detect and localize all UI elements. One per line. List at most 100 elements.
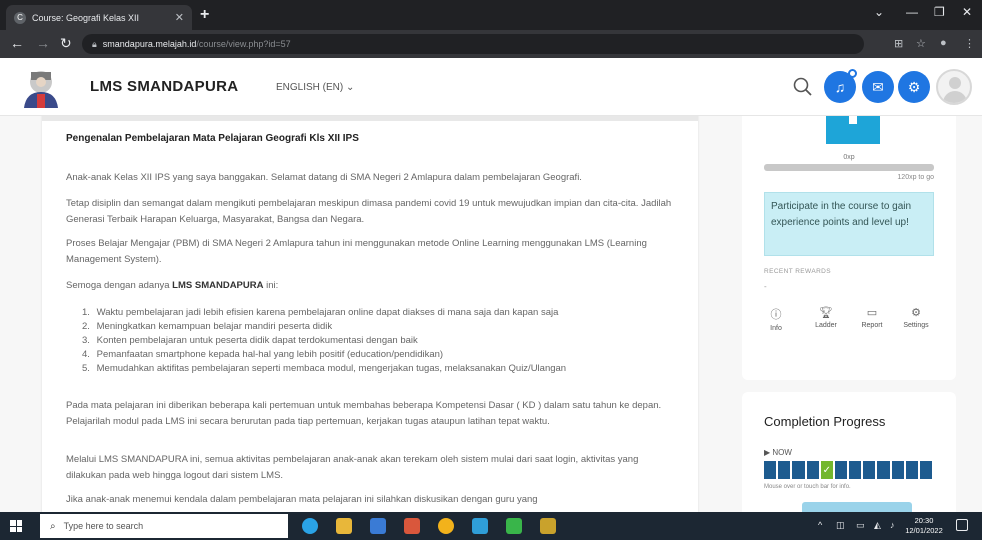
para4-bold: LMS SMANDAPURA (172, 280, 264, 291)
intro-paragraph-7: Jika anak-anak menemui kendala dalam pem… (66, 494, 538, 505)
tab-close-icon[interactable]: ✕ (175, 11, 184, 24)
completion-progress-block: Completion Progress ▶ NOW ✓ Mouse over o… (742, 392, 956, 512)
report-icon: ▭ (866, 307, 878, 319)
browser-toolbar: ← → ↻ 🔒︎ smandapura.melajah.id /course/v… (0, 30, 982, 58)
notification-badge (848, 69, 857, 78)
completion-segment[interactable] (919, 461, 933, 479)
search-icon: ⌕ (50, 520, 56, 532)
windows-taskbar: ⌕ Type here to search ^ ◫ ▭ ◭ ♪ 20:30 12… (0, 512, 982, 540)
site-name[interactable]: LMS SMANDAPURA (90, 78, 238, 95)
url-host: smandapura.melajah.id (102, 39, 197, 49)
report-link[interactable]: ▭ Report (852, 306, 892, 329)
store-icon[interactable] (370, 518, 386, 534)
close-window-button[interactable]: ✕ (962, 5, 972, 19)
intro-paragraph-6: Melalui LMS SMANDAPURA ini, semua aktivi… (66, 454, 639, 481)
reload-icon[interactable]: ↻ (60, 35, 72, 52)
list-item: 1. Waktu pembelajaran jadi lebih efisien… (82, 307, 559, 318)
info-link[interactable]: ⓘ Info (756, 306, 796, 332)
chat-icon: ✉ (872, 78, 884, 95)
info-icon: ⓘ (770, 309, 782, 321)
address-bar[interactable]: 🔒︎ smandapura.melajah.id /course/view.ph… (82, 34, 864, 54)
lock-icon[interactable]: 🔒︎ (92, 39, 97, 50)
completion-segment[interactable] (863, 461, 876, 479)
minimize-button[interactable]: — (906, 5, 918, 19)
app3-icon[interactable] (540, 518, 556, 534)
intro-paragraph-2: Tetap disiplin dan semangat dalam mengik… (66, 198, 672, 225)
list-item: 5. Memudahkan aktifitas pembelajaran sep… (82, 363, 567, 374)
windows-start-icon[interactable] (10, 520, 22, 532)
completion-segment[interactable] (778, 461, 791, 479)
system-clock[interactable]: 20:30 12/01/2022 (904, 516, 944, 536)
list-item: 4. Pemanfaatan smartphone kepada hal-hal… (82, 349, 444, 360)
xp-progress-bar (764, 164, 934, 171)
chrome-menu-icon[interactable]: ⋮ (964, 37, 975, 50)
avatar[interactable] (936, 69, 972, 105)
install-icon[interactable]: ⊞ (894, 37, 903, 50)
trophy-icon: 🏆︎ (819, 307, 833, 319)
extension-icon[interactable]: ● (940, 37, 947, 49)
completion-segment[interactable] (834, 461, 848, 479)
browser-tab-bar: C Course: Geografi Kelas XII ✕ + ⌄ — ❐ ✕ (0, 0, 982, 30)
intro-paragraph-5: Pada mata pelajaran ini diberikan bebera… (66, 400, 662, 427)
completion-segment[interactable] (806, 461, 819, 479)
overview-button[interactable] (802, 502, 912, 512)
completion-bar[interactable]: ✓ (764, 461, 934, 479)
taskbar-search[interactable]: ⌕ Type here to search (40, 514, 288, 538)
file-explorer-icon[interactable] (336, 518, 352, 534)
benefits-list: 1. Waktu pembelajaran jadi lebih efisien… (82, 306, 682, 376)
school-logo-icon[interactable] (18, 64, 64, 110)
completion-segment[interactable] (792, 461, 805, 479)
browser-tab[interactable]: C Course: Geografi Kelas XII ✕ (6, 5, 192, 30)
tab-search-icon[interactable]: ⌄ (874, 5, 884, 19)
completion-segment[interactable] (849, 461, 862, 479)
maximize-button[interactable]: ❐ (934, 5, 945, 19)
language-icon[interactable]: ◭ (874, 520, 881, 531)
bookmark-star-icon[interactable]: ☆ (916, 37, 926, 50)
tray-chevron-icon[interactable]: ^ (818, 520, 822, 530)
network-icon[interactable]: ◫ (836, 520, 845, 531)
language-selector[interactable]: ENGLISH (EN) ⌄ (276, 82, 354, 93)
url-path: /course/view.php?id=57 (196, 39, 291, 49)
xp-to-go: 120xp to go (897, 174, 934, 181)
recent-rewards-empty: - (764, 282, 767, 291)
back-icon[interactable]: ← (10, 35, 24, 51)
intro-title: Pengenalan Pembelajaran Mata Pelajaran G… (66, 133, 359, 144)
chevron-down-icon: ⌄ (346, 82, 355, 93)
cog-icon: ⚙ (911, 307, 921, 319)
avatar-body (943, 91, 967, 103)
completion-segment[interactable] (877, 461, 890, 479)
chrome-icon[interactable] (438, 518, 454, 534)
completion-segment[interactable] (905, 461, 918, 479)
tab-title: Course: Geografi Kelas XII (32, 12, 140, 23)
completion-title: Completion Progress (764, 414, 886, 429)
messages-button[interactable]: ✉ (862, 71, 894, 103)
intro-paragraph-1: Anak-anak Kelas XII IPS yang saya bangga… (66, 172, 582, 183)
ladder-link[interactable]: 🏆︎ Ladder (806, 306, 846, 329)
notifications-button[interactable]: ♫ (824, 69, 857, 103)
edge-icon[interactable] (302, 518, 318, 534)
tab-favicon-icon: C (14, 11, 26, 24)
battery-icon[interactable]: ▭ (856, 520, 865, 531)
settings-link[interactable]: ⚙ Settings (896, 306, 936, 329)
new-tab-button[interactable]: + (200, 6, 209, 24)
search-icon[interactable] (792, 76, 814, 98)
now-marker: ▶ NOW (764, 448, 792, 457)
card-divider (42, 116, 698, 121)
completion-segment[interactable]: ✓ (820, 461, 833, 479)
xp-value: 0xp (843, 154, 855, 161)
completion-segment[interactable] (764, 461, 777, 479)
para4-suffix: ini: (263, 280, 279, 291)
settings-button[interactable]: ⚙ (898, 71, 930, 103)
forward-icon[interactable]: → (36, 35, 50, 51)
list-item: 2. Meningkatkan kemampuan belajar mandir… (82, 321, 333, 332)
level-up-block: 0xp 120xp to go Participate in the cours… (742, 116, 956, 380)
clock-time: 20:30 (914, 516, 934, 525)
powerpoint-icon[interactable] (404, 518, 420, 534)
course-intro-card: Pengenalan Pembelajaran Mata Pelajaran G… (42, 116, 698, 512)
app-icon[interactable] (472, 518, 488, 534)
notification-center-icon[interactable] (956, 519, 968, 531)
avatar-head (949, 77, 961, 89)
completion-segment[interactable] (891, 461, 904, 479)
volume-icon[interactable]: ♪ (890, 520, 895, 530)
app2-icon[interactable] (506, 518, 522, 534)
